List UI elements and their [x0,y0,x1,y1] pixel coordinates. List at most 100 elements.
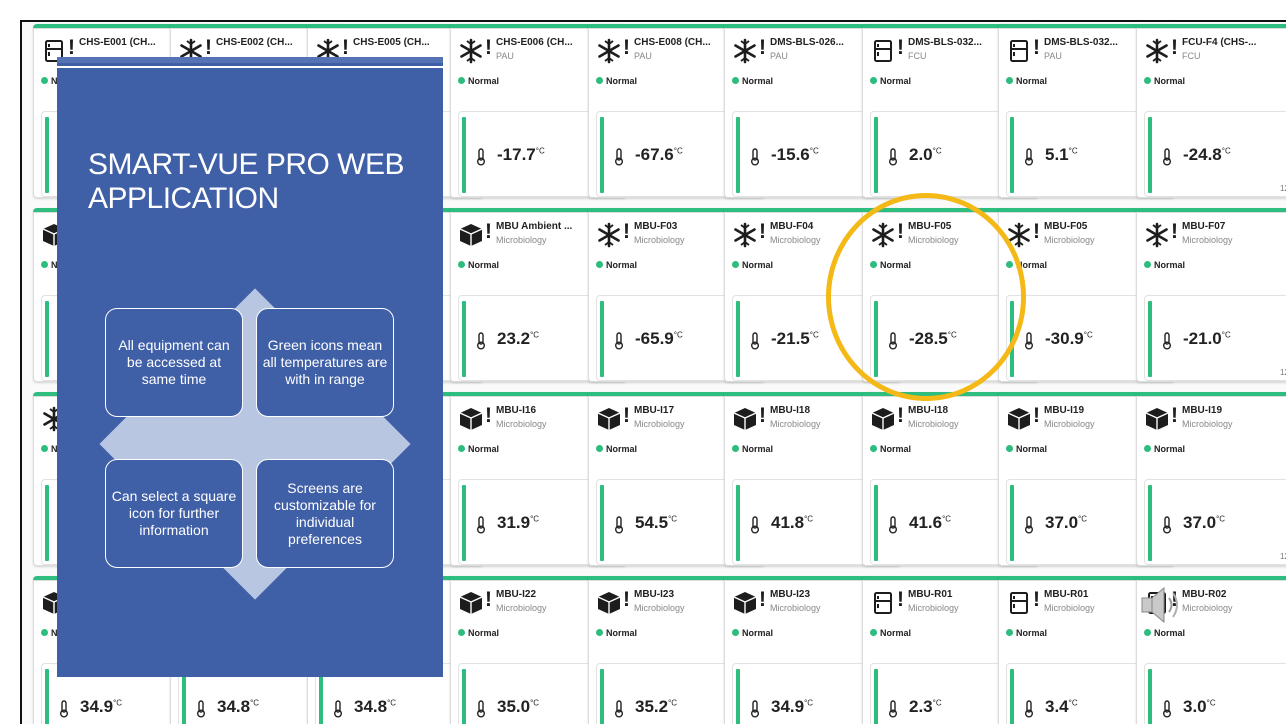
status-label: Normal [606,76,638,86]
status-badge: Normal [732,628,773,638]
title-panel-top-band [57,57,443,63]
status-dot-icon [1144,261,1151,268]
reading-time: 12:37 [1279,368,1286,377]
degree-unit: °C [932,146,942,156]
box-icon [732,406,758,432]
temperature-value: 3.0°C [1183,697,1216,716]
equipment-group: Microbiology [770,235,821,245]
snowflake-icon [596,222,622,248]
temperature-value: -21.0°C [1183,329,1231,348]
box-icon [458,222,484,248]
status-label: Normal [606,628,638,638]
alert-icon: ! [1171,404,1178,427]
status-dot-icon [1144,445,1151,452]
status-bar [600,117,604,193]
status-label: Normal [880,444,912,454]
status-dot-icon [596,77,603,84]
status-badge: Normal [596,444,637,454]
status-bar [600,301,604,377]
status-bar [45,301,49,377]
equipment-name: MBU-I19 [1182,405,1223,416]
status-dot-icon [41,77,48,84]
alert-icon: ! [897,36,904,59]
temperature-value: 3.4°C [1045,697,1078,716]
thermometer-icon [476,516,486,534]
degree-unit: °C [942,514,952,524]
temperature-value: 41.8°C [771,513,814,532]
alert-icon: ! [1033,588,1040,611]
degree-unit: °C [1206,698,1216,708]
status-bar [462,117,466,193]
degree-unit: °C [673,330,683,340]
box-icon [596,590,622,616]
alert-icon: ! [759,404,766,427]
equipment-group: Microbiology [1044,419,1095,429]
alert-icon: ! [623,36,630,59]
status-bar [736,301,740,377]
status-badge: Normal [732,444,773,454]
equipment-group: PAU [1044,51,1062,61]
alert-icon: ! [1033,36,1040,59]
status-label: Normal [1016,76,1048,86]
status-badge: Normal [1144,260,1185,270]
alert-icon: ! [759,36,766,59]
equipment-group: Microbiology [908,419,959,429]
thermometer-icon [1024,700,1034,718]
thermometer-icon [196,700,206,718]
temperature-value: 34.8°C [354,697,397,716]
status-bar [874,117,878,193]
status-badge: Normal [596,628,637,638]
status-dot-icon [732,445,739,452]
status-badge: Normal [870,444,911,454]
status-label: Normal [742,444,774,454]
status-label: Normal [1016,628,1048,638]
status-bar [462,669,466,724]
status-dot-icon [870,77,877,84]
status-label: Normal [742,76,774,86]
degree-unit: °C [1221,146,1231,156]
degree-unit: °C [1216,514,1226,524]
degree-unit: °C [1068,146,1078,156]
feature-box-green-icons: Green icons mean all temperatures are wi… [256,308,394,417]
equipment-group: Microbiology [634,419,685,429]
door-icon [1006,590,1032,616]
alert-icon: ! [1171,36,1178,59]
box-icon [870,406,896,432]
equipment-card[interactable]: ! FCU-F4 (CHS-... FCU Normal -24.8°C 12:38 [1136,24,1286,198]
degree-unit: °C [530,514,540,524]
title-panel-rule [57,66,443,68]
equipment-card[interactable]: ! MBU-I19 Microbiology Normal 37.0°C 12:41 [1136,392,1286,566]
status-bar [1148,117,1152,193]
temperature-value: -21.5°C [771,329,819,348]
status-badge: Normal [870,628,911,638]
reading-panel: -24.8°C 12:38 [1144,111,1286,197]
thermometer-icon [1162,516,1172,534]
alert-icon: ! [897,588,904,611]
status-dot-icon [1144,629,1151,636]
status-badge: Normal [458,260,499,270]
box-icon [1006,406,1032,432]
status-badge: Normal [732,76,773,86]
temperature-value: -65.9°C [635,329,683,348]
thermometer-icon [888,700,898,718]
thermometer-icon [614,700,624,718]
alert-icon: ! [623,404,630,427]
alert-icon: ! [623,220,630,243]
status-bar [600,669,604,724]
status-dot-icon [596,261,603,268]
degree-unit: °C [932,698,942,708]
thermometer-icon [750,332,760,350]
status-dot-icon [1006,629,1013,636]
temperature-value: 31.9°C [497,513,540,532]
status-bar [736,669,740,724]
status-badge: Normal [1006,628,1047,638]
equipment-group: Microbiology [496,235,547,245]
status-label: Normal [1154,444,1186,454]
status-badge: Normal [732,260,773,270]
equipment-card[interactable]: ! MBU-F07 Microbiology Normal -21.0°C 12:37 [1136,208,1286,382]
equipment-group: PAU [496,51,514,61]
speaker-icon[interactable] [1138,583,1184,627]
degree-unit: °C [530,698,540,708]
degree-unit: °C [1078,514,1088,524]
box-icon [458,590,484,616]
